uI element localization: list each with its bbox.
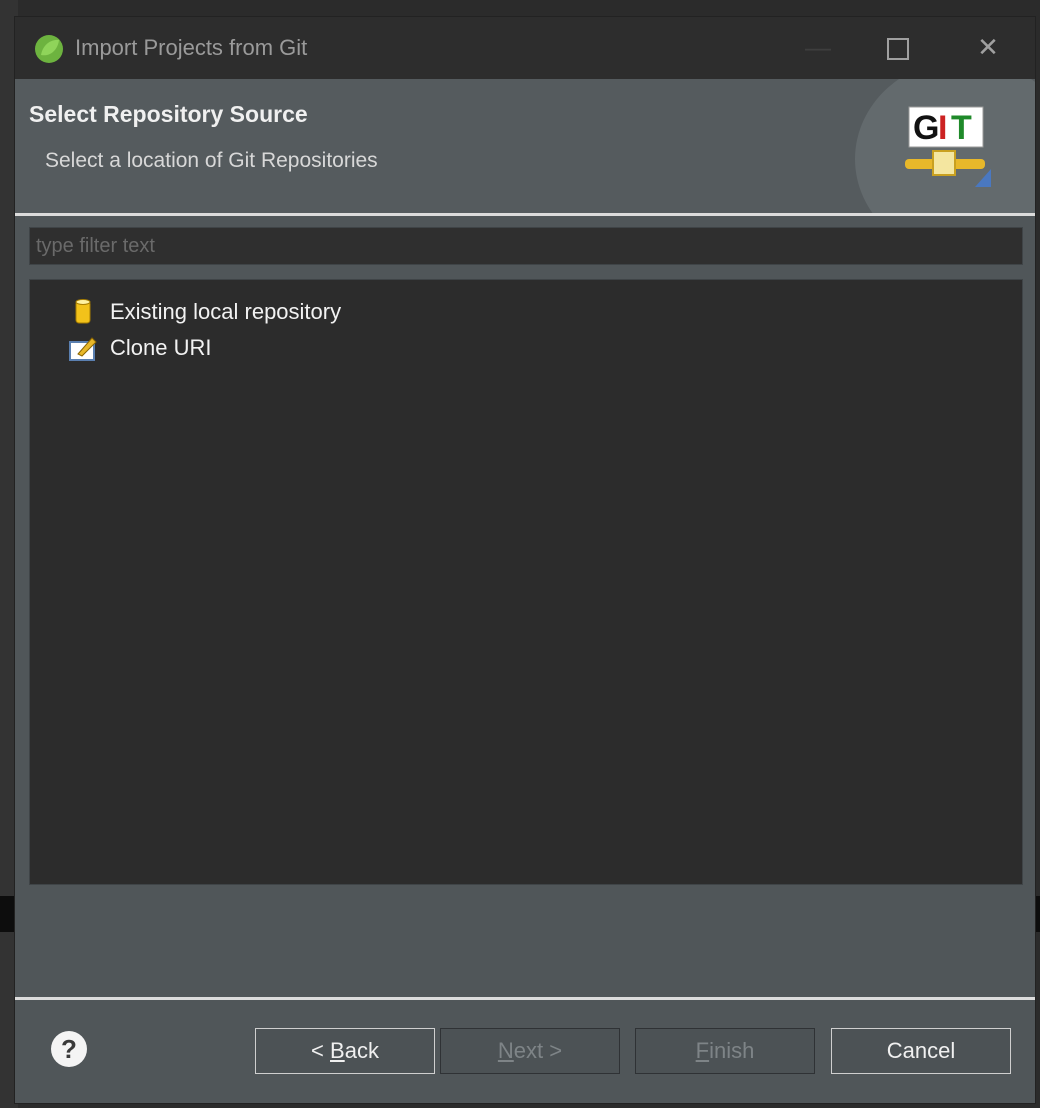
title-bar: Import Projects from Git — ✕: [15, 17, 1035, 79]
svg-text:T: T: [951, 109, 972, 147]
filter-input[interactable]: type filter text: [29, 227, 1023, 265]
tree-item-label: Clone URI: [110, 335, 212, 360]
window-title: Import Projects from Git: [75, 35, 308, 60]
next-button[interactable]: Next >: [440, 1028, 620, 1074]
next-button-mnemonic: N: [497, 1038, 514, 1063]
tree-item-label: Existing local repository: [110, 299, 342, 324]
close-button[interactable]: ✕: [965, 27, 1011, 67]
clone-uri-icon: [69, 337, 97, 361]
maximize-button[interactable]: [875, 27, 921, 67]
back-button[interactable]: < Back: [255, 1028, 435, 1074]
spring-leaf-icon: [35, 35, 63, 63]
tree-item-existing-local-repository[interactable]: Existing local repository: [68, 296, 341, 328]
footer-separator: [15, 997, 1035, 1000]
maximize-icon: [887, 38, 909, 61]
back-button-rest: ack: [344, 1038, 379, 1063]
minimize-button[interactable]: —: [795, 27, 841, 67]
next-button-rest: ext >: [513, 1038, 563, 1063]
git-logo-icon: G I T: [905, 106, 991, 187]
help-button[interactable]: ?: [51, 1031, 87, 1067]
cancel-button[interactable]: Cancel: [831, 1028, 1011, 1074]
finish-button[interactable]: Finish: [635, 1028, 815, 1074]
back-button-mnemonic: B: [330, 1038, 345, 1063]
svg-text:I: I: [938, 109, 947, 147]
wizard-header: Select Repository Source Select a locati…: [15, 79, 1035, 213]
finish-button-mnemonic: F: [695, 1038, 710, 1063]
tree-item-clone-uri[interactable]: Clone URI: [68, 332, 211, 364]
page-title: Select Repository Source: [29, 101, 308, 127]
header-separator: [15, 213, 1035, 216]
repository-cylinder-icon: [75, 299, 91, 324]
repository-source-tree: Existing local repository Clone URI: [29, 279, 1023, 885]
import-dialog: Import Projects from Git — ✕ Select Repo…: [14, 16, 1036, 1104]
finish-button-rest: inish: [709, 1038, 755, 1063]
page-subtitle: Select a location of Git Repositories: [45, 149, 378, 172]
svg-text:G: G: [913, 109, 939, 147]
back-button-prefix: <: [311, 1038, 331, 1063]
